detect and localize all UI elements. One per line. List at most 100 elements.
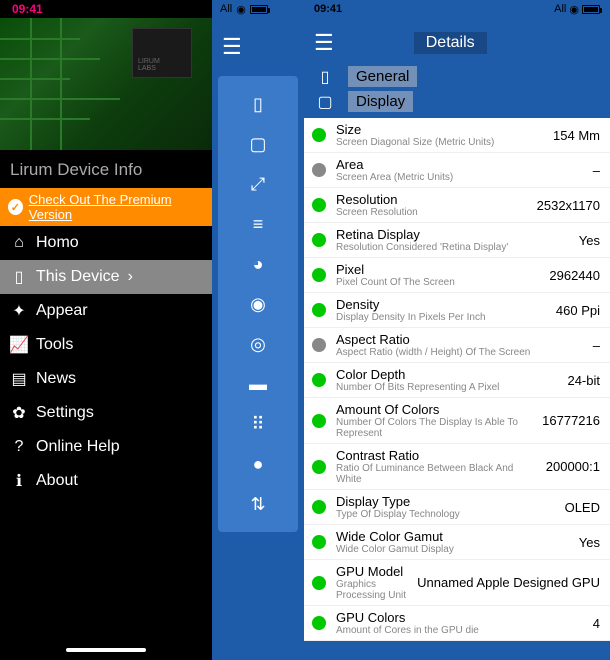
sidebar-item-help[interactable]: ?Online Help xyxy=(0,430,212,464)
status-bar: 09:41 All ◉ xyxy=(304,0,610,18)
row-text: DensityDisplay Density In Pixels Per Inc… xyxy=(336,297,546,323)
icon-rail: ▯▢⤢≡◕◉◎▬⠿●⇅ xyxy=(218,76,298,532)
row-subtitle: Graphics Processing Unit xyxy=(336,579,407,601)
sidebar-item-device[interactable]: ▯This Device› xyxy=(0,260,212,294)
wand-icon: ✦ xyxy=(10,302,28,320)
status-bar: 09:41 xyxy=(0,0,212,18)
row-label: Color Depth xyxy=(336,367,557,382)
list-item[interactable]: SizeScreen Diagonal Size (Metric Units) 1… xyxy=(304,118,610,153)
row-subtitle: Wide Color Gamut Display xyxy=(336,544,569,555)
sidebar-item-gear[interactable]: ✿Settings xyxy=(0,396,212,430)
wifi-icon: ◉ xyxy=(236,3,246,16)
monitor-icon[interactable]: ▢ xyxy=(218,124,298,164)
sidebar-item-info[interactable]: ℹ About xyxy=(0,464,212,498)
battery-icon[interactable]: ▬ xyxy=(218,364,298,404)
list-item[interactable]: GPU ModelGraphics Processing UnitUnnamed… xyxy=(304,560,610,606)
row-label: GPU Colors xyxy=(336,610,583,625)
status-dot xyxy=(312,414,326,428)
row-text: PixelPixel Count Of The Screen xyxy=(336,262,539,288)
list-item[interactable]: ResolutionScreen Resolution2532x1170 xyxy=(304,188,610,223)
sidebar-item-label: News xyxy=(36,370,76,388)
row-value: Unnamed Apple Designed GPU xyxy=(417,575,600,590)
row-value: 4 xyxy=(593,616,600,631)
info-icon: ℹ xyxy=(10,472,28,490)
header: ☰ Details xyxy=(304,18,610,64)
row-text: Amount Of ColorsNumber Of Colors The Dis… xyxy=(336,402,532,439)
device-icon[interactable]: ▯ xyxy=(218,84,298,124)
storage-icon[interactable]: ≡ xyxy=(218,204,298,244)
row-text: AreaScreen Area (Metric Units) xyxy=(336,157,583,183)
sidebar-item-label: Appear xyxy=(36,302,88,320)
row-subtitle: Resolution Considered 'Retina Display' xyxy=(336,242,569,253)
status-dot xyxy=(312,576,326,590)
list-item[interactable]: Color DepthNumber Of Bits Representing A… xyxy=(304,363,610,398)
list-item[interactable]: Aspect RatioAspect Ratio (width / Height… xyxy=(304,328,610,363)
pie-icon[interactable]: ◕ xyxy=(218,244,298,284)
row-subtitle: Type Of Display Technology xyxy=(336,509,555,520)
row-value: Yes xyxy=(579,535,600,550)
list-item[interactable]: Wide Color GamutWide Color Gamut Display… xyxy=(304,525,610,560)
hamburger-icon[interactable]: ☰ xyxy=(212,18,304,76)
row-text: Wide Color GamutWide Color Gamut Display xyxy=(336,529,569,555)
row-label: Wide Color Gamut xyxy=(336,529,569,544)
status-bar: All ◉ xyxy=(212,0,304,18)
battery-icon xyxy=(250,5,268,14)
expand-icon[interactable]: ⤢ xyxy=(218,164,298,204)
premium-text: Check Out The Premium Version xyxy=(29,192,204,222)
sidebar-item-label: This Device xyxy=(36,268,120,286)
row-label: Density xyxy=(336,297,546,312)
row-value: 460 Ppi xyxy=(556,303,600,318)
globe-icon[interactable]: ● xyxy=(218,444,298,484)
row-text: Retina DisplayResolution Considered 'Ret… xyxy=(336,227,569,253)
camera-icon[interactable]: ◎ xyxy=(218,324,298,364)
status-dot xyxy=(312,338,326,352)
row-text: Aspect RatioAspect Ratio (width / Height… xyxy=(336,332,583,358)
list-item[interactable]: AreaScreen Area (Metric Units)– xyxy=(304,153,610,188)
gear-icon: ✿ xyxy=(10,404,28,422)
row-value: 16777216 xyxy=(542,413,600,428)
row-subtitle: Amount of Cores in the GPU die xyxy=(336,625,583,636)
status-dot xyxy=(312,500,326,514)
row-value: 154 Mm xyxy=(553,128,600,143)
wifi-icon[interactable]: ◉ xyxy=(218,284,298,324)
premium-banner[interactable]: ✓ Check Out The Premium Version xyxy=(0,188,212,226)
tab-general[interactable]: ▯ General xyxy=(304,64,610,89)
sidebar-item-news[interactable]: ▤News xyxy=(0,362,212,396)
row-value: 24-bit xyxy=(567,373,600,388)
list-item[interactable]: DensityDisplay Density In Pixels Per Inc… xyxy=(304,293,610,328)
row-text: SizeScreen Diagonal Size (Metric Units) xyxy=(336,122,543,148)
row-label: Retina Display xyxy=(336,227,569,242)
grid-icon[interactable]: ⠿ xyxy=(218,404,298,444)
device-icon: ▯ xyxy=(314,67,336,87)
sidebar-item-label: About xyxy=(36,472,78,490)
row-label: Contrast Ratio xyxy=(336,448,536,463)
list-item[interactable]: PixelPixel Count Of The Screen2962440 xyxy=(304,258,610,293)
status-icons: All ◉ xyxy=(554,3,600,16)
header-image xyxy=(0,18,212,150)
row-value: – xyxy=(593,338,600,353)
updown-icon[interactable]: ⇅ xyxy=(218,484,298,524)
wifi-icon: ◉ xyxy=(569,3,579,16)
status-dot xyxy=(312,268,326,282)
row-label: Display Type xyxy=(336,494,555,509)
tab-display[interactable]: ▢ Display xyxy=(304,89,610,118)
list-item[interactable]: Display TypeType Of Display TechnologyOL… xyxy=(304,490,610,525)
list-item[interactable]: Amount Of ColorsNumber Of Colors The Dis… xyxy=(304,398,610,444)
list-item[interactable]: Retina DisplayResolution Considered 'Ret… xyxy=(304,223,610,258)
row-text: Color DepthNumber Of Bits Representing A… xyxy=(336,367,557,393)
sidebar-item-home[interactable]: ⌂Homo xyxy=(0,226,212,260)
chevron-right-icon: › xyxy=(128,268,133,286)
row-label: Size xyxy=(336,122,543,137)
middle-panel: All ◉ ☰ ▯▢⤢≡◕◉◎▬⠿●⇅ xyxy=(212,0,304,660)
left-sidebar: 09:41 Lirum Device Info ✓ Check Out The … xyxy=(0,0,212,660)
list-item[interactable]: GPU ColorsAmount of Cores in the GPU die… xyxy=(304,606,610,641)
row-subtitle: Pixel Count Of The Screen xyxy=(336,277,539,288)
status-dot xyxy=(312,373,326,387)
row-label: Aspect Ratio xyxy=(336,332,583,347)
row-value: – xyxy=(593,163,600,178)
list-item[interactable]: Contrast RatioRatio Of Luminance Between… xyxy=(304,444,610,490)
row-subtitle: Screen Diagonal Size (Metric Units) xyxy=(336,137,543,148)
sidebar-item-chart[interactable]: 📈Tools xyxy=(0,328,212,362)
sidebar-item-wand[interactable]: ✦ Appear xyxy=(0,294,212,328)
hamburger-icon[interactable]: ☰ xyxy=(314,30,334,56)
